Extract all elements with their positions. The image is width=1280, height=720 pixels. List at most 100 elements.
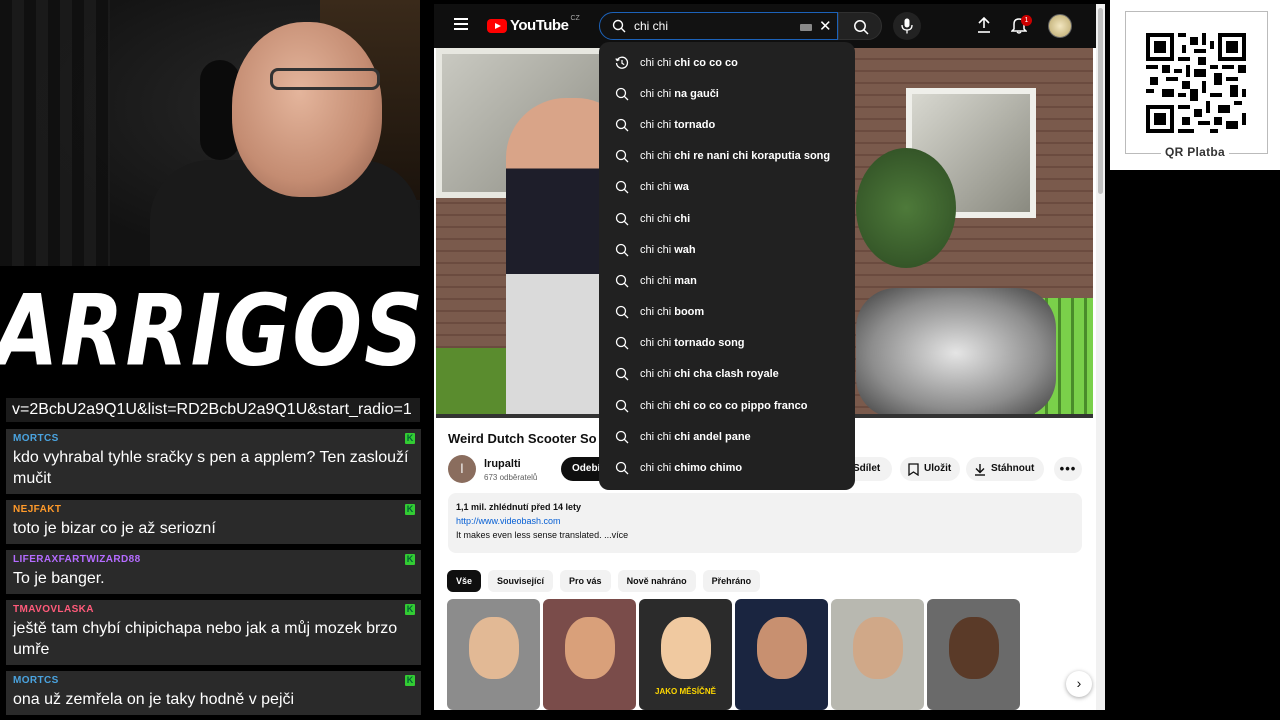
- description-link[interactable]: http://www.videobash.com: [456, 516, 1074, 526]
- suggestion-item[interactable]: chi chi na gauči: [599, 78, 855, 109]
- keyboard-icon[interactable]: [800, 24, 812, 31]
- search-box[interactable]: ✕: [599, 12, 838, 40]
- download-button[interactable]: Stáhnout: [966, 457, 1044, 481]
- kick-badge-icon: K: [405, 504, 415, 515]
- scrollbar-thumb[interactable]: [1098, 8, 1103, 194]
- scrollbar[interactable]: [1096, 4, 1105, 710]
- thumbnail-caption: JAKO MĚSÍČNĚ: [655, 687, 716, 696]
- chat-username: TMAVOVLASKA: [13, 604, 94, 615]
- suggestion-completion: chi re nani chi koraputia song: [671, 150, 831, 163]
- suggestion-item[interactable]: chi chi wah: [599, 234, 855, 265]
- channel-avatar[interactable]: l: [448, 455, 476, 483]
- suggestion-item[interactable]: chi chi tornado: [599, 109, 855, 140]
- kick-badge-icon: K: [405, 433, 415, 444]
- suggestion-item[interactable]: chi chi chi: [599, 203, 855, 234]
- search-icon: [615, 181, 629, 194]
- thumbnail-face: [469, 617, 519, 679]
- suggestion-prefix: chi chi: [640, 306, 672, 319]
- suggestion-prefix: chi chi: [640, 243, 672, 256]
- search-input[interactable]: [634, 16, 784, 36]
- clear-search-icon[interactable]: ✕: [819, 19, 832, 34]
- subscriber-count: 673 odběratelů: [484, 473, 538, 482]
- suggestion-item[interactable]: chi chi tornado song: [599, 328, 855, 359]
- suggestion-item[interactable]: chi chi chi co co co pippo franco: [599, 390, 855, 421]
- voice-search-button[interactable]: [893, 12, 921, 40]
- channel-name[interactable]: lrupalti: [484, 458, 521, 470]
- suggestion-prefix: chi chi: [640, 87, 672, 100]
- suggestion-item[interactable]: chi chi chi cha clash royale: [599, 359, 855, 390]
- youtube-logo[interactable]: YouTube CZ: [487, 15, 580, 34]
- short-thumbnail[interactable]: JAKO MĚSÍČNĚ: [639, 599, 732, 710]
- short-thumbnail[interactable]: [831, 599, 924, 710]
- chip-watched[interactable]: Přehráno: [702, 570, 761, 592]
- suggestion-prefix: chi chi: [640, 399, 672, 412]
- related-filter-chips: Vše Související Pro vás Nově nahráno Pře…: [447, 570, 767, 592]
- account-avatar[interactable]: [1048, 14, 1072, 38]
- youtube-play-icon: [487, 18, 507, 33]
- qr-label: QR Platba: [1110, 145, 1280, 159]
- video-title: Weird Dutch Scooter So: [448, 431, 597, 446]
- chat-message: NEJFAKT toto je bizar co je až seriozní …: [6, 500, 421, 544]
- chat-panel: MORTCS kdo vyhrabal tyhle sračky s pen a…: [6, 429, 421, 720]
- suggestion-completion: wah: [671, 243, 696, 256]
- search-icon: [615, 212, 629, 225]
- thumbnail-face: [853, 617, 903, 679]
- suggestion-prefix: chi chi: [640, 56, 672, 69]
- suggestion-completion: tornado: [671, 118, 716, 131]
- description-text: It makes even less sense translated. ...…: [456, 530, 629, 540]
- chip-for-you[interactable]: Pro vás: [560, 570, 611, 592]
- chat-username: NEJFAKT: [13, 504, 62, 515]
- suggestion-item[interactable]: chi chi chi co co co: [599, 47, 855, 78]
- search-icon: [615, 243, 629, 257]
- short-thumbnail[interactable]: [927, 599, 1020, 710]
- search-button[interactable]: [838, 12, 882, 40]
- chip-recently-uploaded[interactable]: Nově nahráno: [617, 570, 696, 592]
- webcam-feed: [0, 0, 420, 266]
- short-thumbnail[interactable]: [735, 599, 828, 710]
- save-label: Uložit: [924, 463, 952, 474]
- short-thumbnail[interactable]: [543, 599, 636, 710]
- suggestion-completion: chi co co co: [671, 56, 738, 69]
- suggestion-prefix: chi chi: [640, 462, 672, 475]
- search-icon: [615, 274, 629, 288]
- suggestion-completion: boom: [671, 306, 705, 319]
- suggestion-item[interactable]: chi chi wa: [599, 172, 855, 203]
- search-suggestions-dropdown: chi chi chi co co co chi chi na gauči ch…: [599, 42, 855, 490]
- menu-icon[interactable]: [454, 18, 468, 30]
- save-button[interactable]: Uložit: [900, 457, 960, 481]
- suggestion-item[interactable]: chi chi chi re nani chi koraputia song: [599, 141, 855, 172]
- glasses: [270, 68, 380, 90]
- qr-code-icon: [1146, 33, 1246, 133]
- chat-message: TMAVOVLASKA ještě tam chybí chipichapa n…: [6, 600, 421, 665]
- suggestion-item[interactable]: chi chi boom: [599, 297, 855, 328]
- chat-text: ona už zemřela on je taky hodně v pejči: [13, 691, 295, 708]
- suggestion-item[interactable]: chi chi chimo chimo: [599, 452, 855, 483]
- chip-related[interactable]: Související: [488, 570, 554, 592]
- thumbnail-face: [565, 617, 615, 679]
- chip-all[interactable]: Vše: [447, 570, 482, 592]
- more-actions-button[interactable]: •••: [1054, 457, 1082, 481]
- thumbnail-face: [661, 617, 711, 679]
- search-icon: [615, 87, 629, 101]
- region-code: CZ: [570, 15, 580, 22]
- chat-username: MORTCS: [13, 433, 59, 444]
- chat-username: LIFERAXFARTWIZARD88: [13, 554, 141, 565]
- views-and-date: 1,1 mil. zhlédnutí před 14 lety: [456, 502, 582, 512]
- chat-username: MORTCS: [13, 675, 59, 686]
- search-icon: [615, 337, 629, 350]
- qr-payment-panel: QR Platba: [1110, 0, 1280, 170]
- channel-logo: ARRIGOS: [0, 266, 423, 396]
- chat-text: toto je bizar co je až seriozní: [13, 520, 216, 537]
- description-box[interactable]: 1,1 mil. zhlédnutí před 14 lety http://w…: [448, 493, 1082, 553]
- notification-count-badge: 1: [1021, 15, 1032, 26]
- suggestion-completion: chi co co co pippo franco: [671, 399, 808, 412]
- short-thumbnail[interactable]: [447, 599, 540, 710]
- chat-text: To je banger.: [13, 570, 105, 587]
- bookmark-icon: [908, 462, 919, 476]
- suggestion-prefix: chi chi: [640, 181, 672, 194]
- suggestion-item[interactable]: chi chi chi andel pane: [599, 421, 855, 452]
- chat-text: ještě tam chybí chipichapa nebo jak a mů…: [13, 620, 398, 658]
- suggestion-item[interactable]: chi chi man: [599, 265, 855, 296]
- upload-icon[interactable]: [976, 16, 992, 34]
- next-arrow-button[interactable]: ›: [1066, 671, 1092, 697]
